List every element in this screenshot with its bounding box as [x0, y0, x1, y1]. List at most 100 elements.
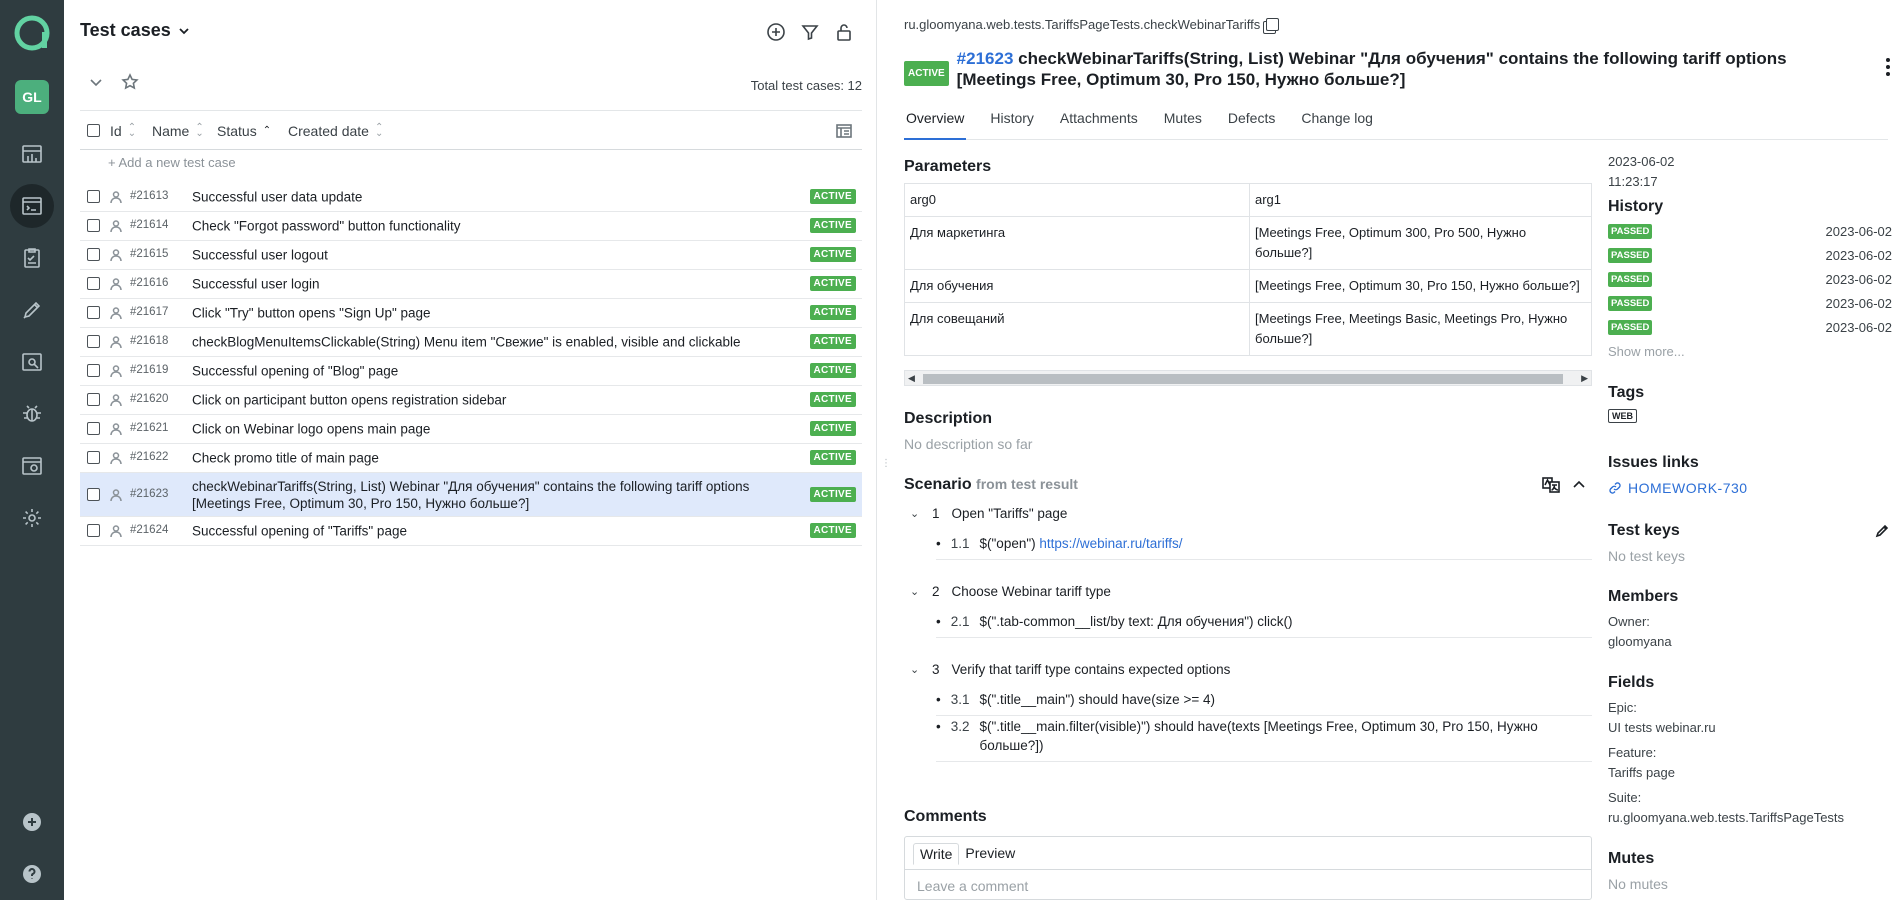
- row-checkbox[interactable]: [87, 277, 100, 290]
- history-item[interactable]: PASSED 2023-06-02: [1608, 295, 1892, 313]
- environments-icon[interactable]: [10, 444, 54, 488]
- tab-mutes[interactable]: Mutes: [1162, 110, 1204, 140]
- table-row[interactable]: #21624 Successful opening of "Tariffs" pa…: [80, 517, 862, 546]
- chevron-down-icon[interactable]: ⌄: [910, 585, 920, 598]
- param-arg1: [Meetings Free, Meetings Basic, Meetings…: [1249, 302, 1592, 356]
- issue-link[interactable]: HOMEWORK-730: [1608, 480, 1748, 496]
- copy-icon[interactable]: [1266, 18, 1280, 31]
- row-checkbox[interactable]: [87, 306, 100, 319]
- column-id[interactable]: Id ⌃ ⌄: [110, 123, 136, 140]
- status-badge: ACTIVE: [809, 247, 856, 262]
- row-name: Click "Try" button opens "Sign Up" page: [192, 305, 431, 321]
- write-tab[interactable]: Write: [913, 843, 960, 865]
- add-test-case-icon[interactable]: [764, 20, 788, 44]
- collapse-chevron-icon[interactable]: [88, 74, 104, 90]
- launches-icon[interactable]: [10, 236, 54, 280]
- column-name[interactable]: Name ⌃ ⌄: [152, 123, 204, 140]
- tab-overview[interactable]: Overview: [904, 110, 967, 140]
- test-cases-icon[interactable]: [10, 184, 54, 228]
- analytics-icon[interactable]: [10, 340, 54, 384]
- tab-change-log[interactable]: Change log: [1299, 110, 1375, 140]
- substep-number: 1.1: [950, 536, 970, 551]
- filter-icon[interactable]: [798, 20, 822, 44]
- chevron-down-icon[interactable]: ⌄: [910, 663, 920, 676]
- row-checkbox[interactable]: [87, 364, 100, 377]
- status-badge: ACTIVE: [809, 363, 856, 378]
- row-checkbox[interactable]: [87, 248, 100, 261]
- comment-editor: Write Preview Leave a comment: [904, 836, 1592, 900]
- table-row[interactable]: #21613 Successful user data update ACTIVE: [80, 183, 862, 212]
- parameters-scrollbar[interactable]: ◀ ▶: [904, 370, 1592, 386]
- table-row[interactable]: #21615 Successful user logout ACTIVE: [80, 241, 862, 270]
- add-new-test-case[interactable]: + Add a new test case: [108, 155, 236, 170]
- splitter-handle-icon[interactable]: ⋮: [881, 458, 891, 469]
- scenario-substep: • 3.1 $(".title__main") should have(size >…: [936, 690, 1592, 716]
- show-more-link[interactable]: Show more...: [1608, 344, 1685, 359]
- table-row[interactable]: #21616 Successful user login ACTIVE: [80, 270, 862, 299]
- epic-value: UI tests webinar.ru: [1608, 720, 1716, 735]
- help-icon[interactable]: [10, 852, 54, 896]
- table-row[interactable]: #21623 checkWebinarTariffs(String, List) …: [80, 473, 862, 517]
- chevron-down-icon[interactable]: ⌄: [910, 507, 920, 520]
- defects-icon[interactable]: [10, 392, 54, 436]
- comment-input[interactable]: Leave a comment: [905, 869, 1591, 899]
- status-badge: ACTIVE: [809, 421, 856, 436]
- add-icon[interactable]: [10, 800, 54, 844]
- row-checkbox[interactable]: [87, 487, 100, 501]
- select-all-checkbox[interactable]: [87, 124, 100, 137]
- row-checkbox[interactable]: [87, 190, 100, 203]
- history-item[interactable]: PASSED 2023-06-02: [1608, 319, 1892, 337]
- tab-attachments[interactable]: Attachments: [1058, 110, 1140, 140]
- table-row[interactable]: #21622 Check promo title of main page ACTI…: [80, 444, 862, 473]
- column-settings-icon[interactable]: [834, 121, 854, 141]
- row-name: Click on Webinar logo opens main page: [192, 421, 431, 437]
- row-checkbox[interactable]: [87, 393, 100, 406]
- status-badge: ACTIVE: [809, 334, 856, 349]
- chevron-up-icon[interactable]: [1570, 476, 1588, 494]
- row-id: #21613: [130, 190, 169, 202]
- table-row[interactable]: #21618 checkBlogMenuItemsClickable(String…: [80, 328, 862, 357]
- preview-tab[interactable]: Preview: [959, 843, 1021, 865]
- unlock-icon[interactable]: [832, 20, 856, 44]
- dashboards-icon[interactable]: [10, 132, 54, 176]
- tab-history[interactable]: History: [988, 110, 1036, 140]
- settings-icon[interactable]: [10, 496, 54, 540]
- edit-test-keys-icon[interactable]: [1874, 523, 1890, 539]
- scenario-step[interactable]: ⌄ 3 Verify that tariff type contains expec…: [910, 662, 1592, 677]
- table-row[interactable]: #21620 Click on participant button opens …: [80, 386, 862, 415]
- param-header: arg1: [1249, 183, 1592, 217]
- history-item[interactable]: PASSED 2023-06-02: [1608, 223, 1892, 241]
- list-title-dropdown[interactable]: Test cases: [80, 20, 191, 41]
- row-id: #21614: [130, 219, 169, 231]
- table-row[interactable]: #21621 Click on Webinar logo opens main p…: [80, 415, 862, 444]
- scenario-step[interactable]: ⌄ 2 Choose Webinar tariff type: [910, 584, 1592, 599]
- row-checkbox[interactable]: [87, 524, 100, 537]
- history-item[interactable]: PASSED 2023-06-02: [1608, 271, 1892, 289]
- table-row[interactable]: #21619 Successful opening of "Blog" page A…: [80, 357, 862, 386]
- substep-number: 2.1: [950, 614, 970, 629]
- row-checkbox[interactable]: [87, 219, 100, 232]
- description-empty: No description so far: [904, 436, 1033, 452]
- app-logo-icon[interactable]: [13, 14, 51, 52]
- row-checkbox[interactable]: [87, 451, 100, 464]
- row-checkbox[interactable]: [87, 335, 100, 348]
- parameters-row: Для обучения [Meetings Free, Optimum 30, …: [904, 269, 1592, 303]
- table-row[interactable]: #21617 Click "Try" button opens "Sign Up"…: [80, 299, 862, 328]
- jobs-icon[interactable]: [10, 288, 54, 332]
- row-name: checkWebinarTariffs(String, List) Webina…: [192, 478, 750, 511]
- project-avatar[interactable]: GL: [15, 80, 49, 114]
- scenario-source: from test result: [976, 476, 1078, 492]
- star-icon[interactable]: [120, 72, 140, 92]
- translate-icon[interactable]: [1540, 474, 1562, 496]
- tab-defects[interactable]: Defects: [1226, 110, 1277, 140]
- panel-splitter[interactable]: [876, 0, 877, 900]
- history-item[interactable]: PASSED 2023-06-02: [1608, 247, 1892, 265]
- table-row[interactable]: #21614 Check "Forgot password" button fun…: [80, 212, 862, 241]
- row-checkbox[interactable]: [87, 422, 100, 435]
- passed-badge: PASSED: [1608, 272, 1653, 287]
- column-status[interactable]: Status ⌃: [217, 123, 271, 139]
- column-created-date[interactable]: Created date ⌃ ⌄: [288, 123, 383, 140]
- scenario-step[interactable]: ⌄ 1 Open "Tariffs" page: [910, 506, 1592, 521]
- substep-link[interactable]: https://webinar.ru/tariffs/: [1039, 536, 1182, 551]
- passed-badge: PASSED: [1608, 248, 1653, 263]
